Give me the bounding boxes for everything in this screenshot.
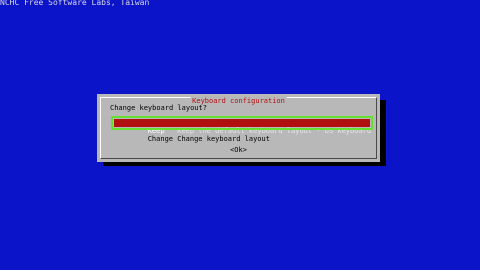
ok-button[interactable]: <Ok>: [230, 146, 247, 154]
keyboard-config-dialog: Keyboard configuration Change keyboard l…: [97, 94, 380, 162]
menu-item-keep[interactable]: Keep Keep the default keyboard layout - …: [111, 116, 373, 135]
menu-item-change-key: Change: [147, 135, 174, 143]
screen: NCHC Free Software Labs, Taiwan Keyboard…: [0, 0, 480, 270]
dialog-prompt: Change keyboard layout?: [110, 104, 207, 112]
backtitle: NCHC Free Software Labs, Taiwan: [0, 0, 150, 7]
menu-item-change[interactable]: Change Change keyboard layout: [114, 127, 270, 143]
dialog-frame: Keyboard configuration Change keyboard l…: [100, 97, 377, 159]
menu-item-change-description: Change keyboard layout: [177, 135, 270, 143]
